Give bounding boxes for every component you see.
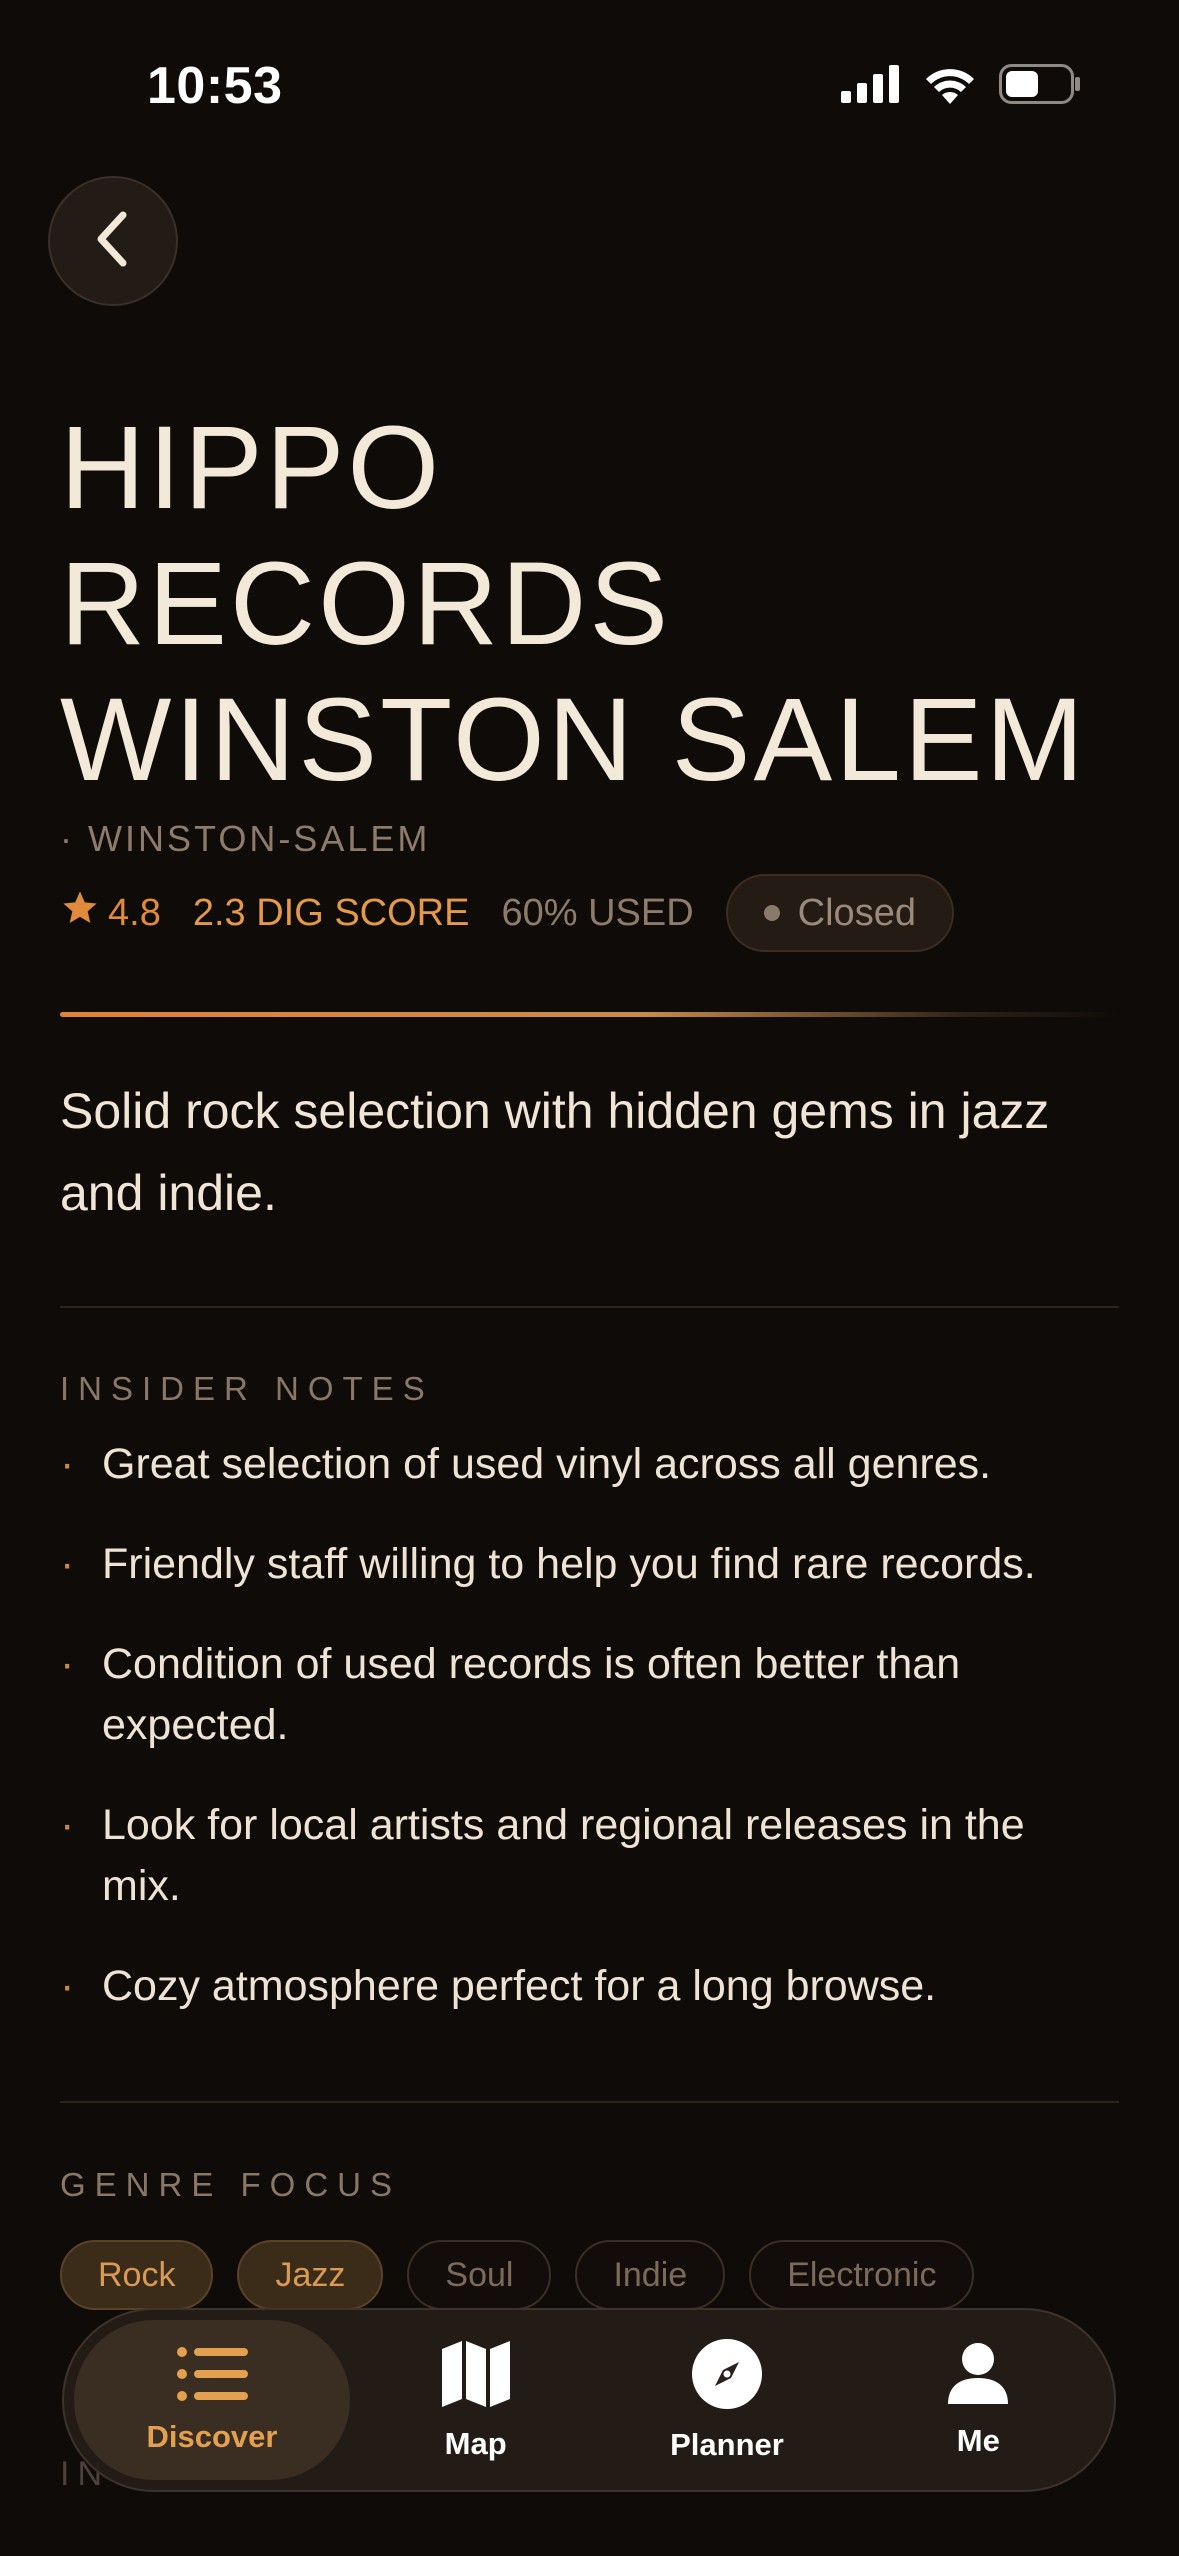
note-text: Great selection of used vinyl across all… — [102, 1440, 992, 1488]
insider-notes-heading: INSIDER NOTES — [60, 1370, 434, 1407]
note-text: Cozy atmosphere perfect for a long brows… — [102, 1962, 937, 2010]
rating-value: 4.8 — [108, 891, 161, 934]
insider-notes-list: · Great selection of used vinyl across a… — [60, 1434, 1130, 2056]
store-title-line: RECORDS — [60, 538, 672, 670]
person-icon — [946, 2342, 1010, 2411]
genre-chip-indie[interactable]: Indie — [575, 2240, 726, 2310]
list-item: · Look for local artists and regional re… — [60, 1795, 1062, 1917]
tab-label: Me — [956, 2422, 1000, 2458]
store-title-line: HIPPO — [60, 402, 443, 534]
tab-label: Discover — [146, 2418, 278, 2454]
status-icons — [841, 64, 1081, 104]
tab-map[interactable]: Map — [350, 2320, 601, 2480]
compass-icon — [691, 2338, 763, 2415]
tab-label: Planner — [670, 2426, 784, 2462]
used-percentage: 60% USED — [501, 891, 694, 934]
status-dot-icon — [763, 905, 780, 921]
dig-score: 2.3 DIG SCORE — [192, 891, 470, 934]
bullet-icon: · — [60, 1962, 75, 2010]
city-label: · WINSTON-SALEM — [60, 818, 431, 859]
status-bar: 10:53 — [0, 0, 1179, 170]
bullet-icon: · — [60, 1640, 75, 1688]
genre-chip-rock[interactable]: Rock — [60, 2240, 214, 2310]
section-divider — [60, 1306, 1119, 1308]
store-meta-row: 4.8 2.3 DIG SCORE 60% USED Closed — [60, 874, 954, 952]
cellular-signal-icon — [841, 65, 901, 103]
tab-planner[interactable]: Planner — [601, 2320, 852, 2480]
store-title: HIPPO RECORDS WINSTON SALEM — [60, 400, 1160, 808]
bullet-icon: · — [60, 1801, 75, 1849]
chevron-left-icon — [91, 209, 135, 274]
status-time: 10:53 — [147, 57, 283, 115]
tab-discover[interactable]: Discover — [74, 2320, 350, 2480]
list-item: · Friendly staff willing to help you fin… — [60, 1534, 1130, 1595]
note-text: Friendly staff willing to help you find … — [102, 1540, 1036, 1588]
rating: 4.8 — [60, 888, 161, 938]
bullet-icon: · — [60, 1440, 75, 1488]
list-item: · Great selection of used vinyl across a… — [60, 1434, 1130, 1495]
back-button[interactable] — [48, 176, 178, 306]
status-badge: Closed — [725, 874, 954, 952]
status-badge-label: Closed — [797, 891, 916, 934]
note-text: Look for local artists and regional rele… — [102, 1801, 1025, 1910]
section-divider — [60, 2101, 1119, 2103]
genre-chip-jazz[interactable]: Jazz — [237, 2240, 384, 2310]
list-item: · Cozy atmosphere perfect for a long bro… — [60, 1956, 1130, 2017]
star-icon — [60, 888, 100, 938]
genre-chip-row: Rock Jazz Soul Indie Electronic — [60, 2240, 975, 2310]
list-item: · Condition of used records is often bet… — [60, 1634, 982, 1756]
bullet-icon: · — [60, 1540, 75, 1588]
tab-me[interactable]: Me — [853, 2320, 1104, 2480]
genre-focus-heading: GENRE FOCUS — [60, 2166, 402, 2203]
accent-divider — [60, 1012, 1120, 1017]
store-title-line: WINSTON SALEM — [60, 674, 1087, 806]
bottom-tab-bar: Discover Map Planner Me — [62, 2308, 1116, 2492]
note-text: Condition of used records is often bette… — [102, 1640, 961, 1749]
store-description: Solid rock selection with hidden gems in… — [60, 1083, 1050, 1221]
genre-chip-soul[interactable]: Soul — [407, 2240, 552, 2310]
wifi-icon — [923, 64, 977, 104]
list-icon — [176, 2346, 248, 2407]
tab-label: Map — [444, 2425, 507, 2461]
map-icon — [440, 2339, 512, 2414]
genre-chip-electronic[interactable]: Electronic — [749, 2240, 975, 2310]
battery-icon — [999, 64, 1081, 104]
